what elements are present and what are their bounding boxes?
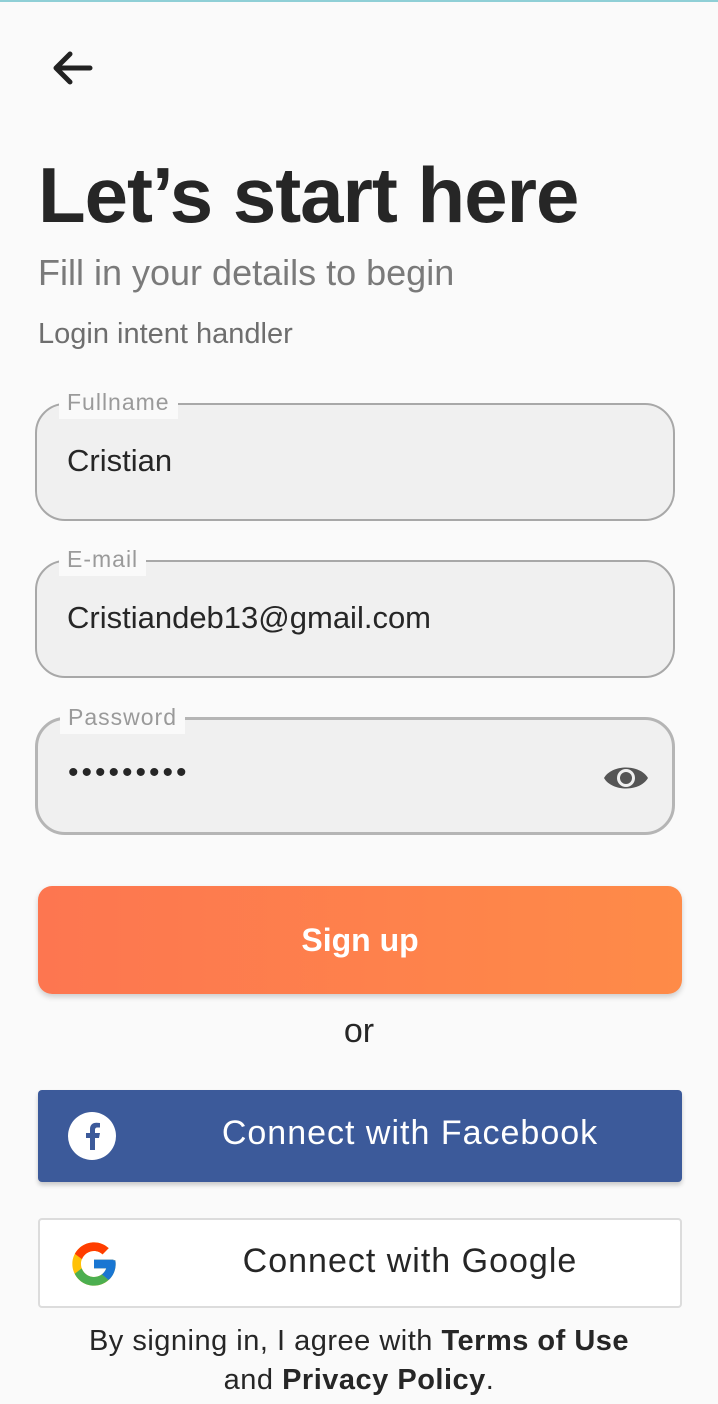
legal-prefix: By signing in, I agree with [88,1325,442,1357]
terms-of-use-link[interactable]: Terms of Use [441,1325,629,1357]
eye-icon[interactable] [602,760,650,796]
password-field[interactable]: Password ••••••••• [35,700,675,835]
legal-notice: By signing in, I agree with Terms of Use… [0,1322,718,1400]
fullname-value: Cristian [67,443,173,478]
facebook-connect-button[interactable]: Connect with Facebook [38,1090,682,1182]
arrow-left-icon [53,51,93,85]
facebook-icon [68,1112,116,1160]
page-title: Let’s start here [38,151,579,239]
page-subtitle: Fill in your details to begin [38,252,455,293]
facebook-connect-label: Connect with Facebook [221,1114,599,1152]
fullname-label: Fullname [59,385,178,419]
privacy-policy-link[interactable]: Privacy Policy [282,1364,486,1396]
signup-button[interactable]: Sign up [38,886,682,994]
email-field[interactable]: E-mail Cristiandeb13@gmail.com [35,542,675,678]
fullname-field[interactable]: Fullname Cristian [35,385,675,521]
or-divider-text: or [343,1012,375,1050]
legal-middle: and [223,1364,283,1396]
google-connect-label: Connect with Google [242,1242,578,1280]
email-label: E-mail [59,542,147,576]
password-value: ••••••••• [68,756,190,789]
email-value: Cristiandeb13@gmail.com [67,600,432,635]
intent-label: Login intent handler [38,318,293,350]
back-button[interactable] [44,44,100,92]
google-connect-button[interactable]: Connect with Google [38,1218,682,1308]
google-icon [72,1242,116,1286]
password-label: Password [60,700,185,734]
legal-suffix: . [485,1364,495,1396]
top-accent-line [0,0,718,2]
